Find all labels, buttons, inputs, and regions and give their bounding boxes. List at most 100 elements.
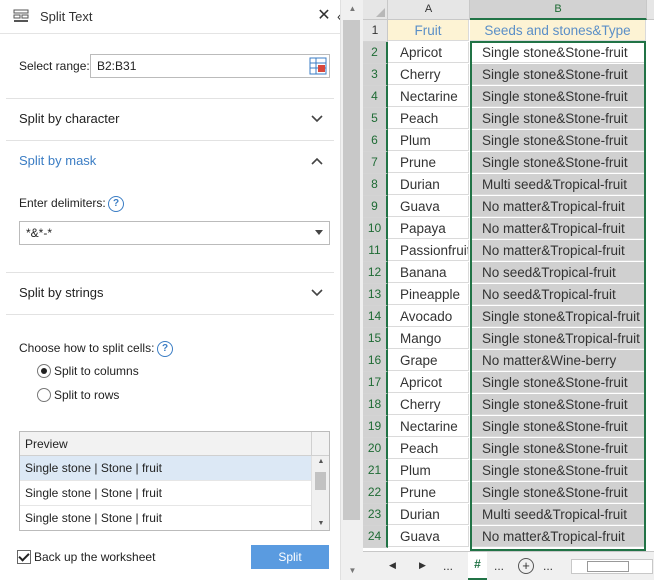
cell-fruit[interactable]: Guava bbox=[388, 196, 469, 217]
more-sheets-right[interactable]: ... bbox=[494, 559, 504, 573]
tab-split-handle[interactable]: ... bbox=[543, 559, 553, 573]
cell-fruit[interactable]: Plum bbox=[388, 130, 469, 151]
cell-seeds-type[interactable]: Single stone&Stone-fruit bbox=[470, 460, 646, 481]
row-header[interactable]: 6 bbox=[363, 130, 388, 152]
row-header[interactable]: 23 bbox=[363, 504, 388, 526]
pane-scrollbar[interactable]: ▲ ▼ bbox=[340, 0, 364, 580]
delimiters-combobox[interactable] bbox=[19, 221, 330, 245]
range-picker-icon[interactable] bbox=[309, 57, 327, 75]
cell-seeds-type[interactable]: Single stone&Stone-fruit bbox=[470, 108, 646, 129]
cell-fruit[interactable]: Papaya bbox=[388, 218, 469, 239]
row-header[interactable]: 22 bbox=[363, 482, 388, 504]
cell-fruit[interactable]: Guava bbox=[388, 526, 469, 547]
row-header[interactable]: 15 bbox=[363, 328, 388, 350]
range-field[interactable] bbox=[90, 54, 330, 78]
cell-seeds-type[interactable]: Single stone&Stone-fruit bbox=[470, 130, 646, 151]
row-header[interactable]: 11 bbox=[363, 240, 388, 262]
row-header[interactable]: 9 bbox=[363, 196, 388, 218]
row-header[interactable]: 16 bbox=[363, 350, 388, 372]
spreadsheet[interactable]: A B 1 Fruit Seeds and stones&Type 2 Apricot S… bbox=[363, 0, 654, 580]
next-sheet-icon[interactable]: ▶ bbox=[419, 560, 426, 571]
cell-fruit[interactable]: Passionfruit bbox=[388, 240, 469, 261]
cell-seeds-type[interactable]: Multi seed&Tropical-fruit bbox=[470, 174, 646, 195]
cell-fruit[interactable]: Cherry bbox=[388, 64, 469, 85]
preview-row[interactable]: Single stone | Stone | fruit bbox=[20, 481, 311, 506]
cell-seeds-type[interactable]: No matter&Tropical-fruit bbox=[470, 218, 646, 239]
cell-seeds-type[interactable]: No seed&Tropical-fruit bbox=[470, 284, 646, 305]
help-icon[interactable]: ? bbox=[157, 341, 173, 357]
column-header-c[interactable] bbox=[647, 0, 654, 20]
row-header[interactable]: 12 bbox=[363, 262, 388, 284]
cell-fruit[interactable]: Durian bbox=[388, 174, 469, 195]
row-header[interactable]: 1 bbox=[363, 20, 388, 42]
preview-scrollbar[interactable]: ▲ ▼ bbox=[311, 456, 329, 530]
add-sheet-icon[interactable]: + bbox=[518, 558, 534, 574]
section-split-by-character[interactable]: Split by character bbox=[0, 99, 340, 139]
column-header-b[interactable]: B bbox=[470, 0, 647, 20]
cell-fruit[interactable]: Pineapple bbox=[388, 284, 469, 305]
section-split-by-strings[interactable]: Split by strings bbox=[0, 273, 340, 313]
row-header[interactable]: 8 bbox=[363, 174, 388, 196]
cell-fruit[interactable]: Grape bbox=[388, 350, 469, 371]
row-header[interactable]: 18 bbox=[363, 394, 388, 416]
horizontal-scrollbar[interactable] bbox=[571, 559, 653, 574]
cell-seeds-type[interactable]: No matter&Tropical-fruit bbox=[470, 526, 646, 547]
scroll-thumb[interactable] bbox=[343, 20, 360, 520]
row-header[interactable]: 14 bbox=[363, 306, 388, 328]
cell-fruit[interactable]: Peach bbox=[388, 438, 469, 459]
cell-seeds-type[interactable]: Single stone&Stone-fruit bbox=[470, 394, 646, 415]
split-to-columns-label[interactable]: Split to columns bbox=[54, 364, 139, 378]
close-icon[interactable]: ✕ bbox=[317, 8, 331, 24]
sheet-tab[interactable]: # bbox=[468, 552, 487, 580]
preview-list[interactable]: Preview Single stone | Stone | fruit Sin… bbox=[19, 431, 330, 531]
preview-row[interactable]: Single stone | Stone | fruit bbox=[20, 506, 311, 530]
cell-fruit[interactable]: Banana bbox=[388, 262, 469, 283]
dropdown-arrow-icon[interactable] bbox=[315, 230, 323, 235]
cell-seeds-type[interactable]: Multi seed&Tropical-fruit bbox=[470, 504, 646, 525]
cell-fruit[interactable]: Nectarine bbox=[388, 86, 469, 107]
cell-fruit[interactable]: Nectarine bbox=[388, 416, 469, 437]
cell-seeds-type[interactable]: No matter&Tropical-fruit bbox=[470, 196, 646, 217]
cell-seeds-type[interactable]: No matter&Wine-berry bbox=[470, 350, 646, 371]
row-header[interactable]: 24 bbox=[363, 526, 388, 548]
scroll-up-icon[interactable]: ▲ bbox=[341, 0, 364, 18]
cell-fruit[interactable]: Avocado bbox=[388, 306, 469, 327]
backup-checkbox[interactable] bbox=[17, 550, 31, 564]
scroll-down-icon[interactable]: ▼ bbox=[341, 562, 364, 580]
header-cell-fruit[interactable]: Fruit bbox=[388, 20, 469, 41]
cell-fruit[interactable]: Plum bbox=[388, 460, 469, 481]
scroll-thumb[interactable] bbox=[587, 561, 629, 572]
select-all-corner[interactable] bbox=[363, 0, 388, 20]
scroll-down-icon[interactable]: ▼ bbox=[312, 518, 329, 530]
cell-seeds-type[interactable]: No matter&Tropical-fruit bbox=[470, 240, 646, 261]
header-cell-seeds-type[interactable]: Seeds and stones&Type bbox=[470, 20, 646, 41]
cell-seeds-type[interactable]: Single stone&Stone-fruit bbox=[470, 482, 646, 503]
cell-fruit[interactable]: Apricot bbox=[388, 42, 469, 63]
section-split-by-mask[interactable]: Split by mask bbox=[0, 141, 340, 181]
row-header[interactable]: 2 bbox=[363, 42, 388, 64]
row-header[interactable]: 13 bbox=[363, 284, 388, 306]
cell-fruit[interactable]: Prune bbox=[388, 152, 469, 173]
preview-row[interactable]: Single stone | Stone | fruit bbox=[20, 456, 311, 481]
row-header[interactable]: 3 bbox=[363, 64, 388, 86]
scroll-up-icon[interactable]: ▲ bbox=[312, 456, 329, 468]
cell-fruit[interactable]: Cherry bbox=[388, 394, 469, 415]
more-sheets-left[interactable]: ... bbox=[443, 559, 453, 573]
cell-seeds-type[interactable]: Single stone&Stone-fruit bbox=[470, 416, 646, 437]
split-to-rows-radio[interactable] bbox=[37, 388, 51, 402]
cell-fruit[interactable]: Mango bbox=[388, 328, 469, 349]
row-header[interactable]: 19 bbox=[363, 416, 388, 438]
row-header[interactable]: 5 bbox=[363, 108, 388, 130]
scroll-thumb[interactable] bbox=[315, 472, 326, 490]
cell-seeds-type[interactable]: Single stone&Stone-fruit bbox=[470, 438, 646, 459]
split-button[interactable]: Split bbox=[251, 545, 329, 569]
row-header[interactable]: 20 bbox=[363, 438, 388, 460]
help-icon[interactable]: ? bbox=[108, 196, 124, 212]
delimiters-input[interactable] bbox=[24, 225, 298, 241]
row-header[interactable]: 10 bbox=[363, 218, 388, 240]
row-header[interactable]: 7 bbox=[363, 152, 388, 174]
backup-label[interactable]: Back up the worksheet bbox=[34, 550, 155, 564]
split-to-rows-label[interactable]: Split to rows bbox=[54, 388, 119, 402]
cell-fruit[interactable]: Prune bbox=[388, 482, 469, 503]
cell-seeds-type[interactable]: No seed&Tropical-fruit bbox=[470, 262, 646, 283]
